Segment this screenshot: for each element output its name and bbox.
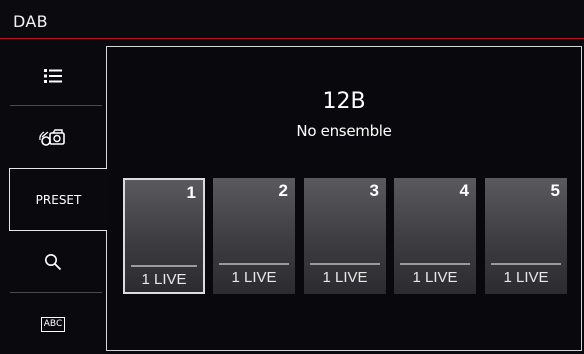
preset-tile-1[interactable]: 1 1 LIVE: [123, 178, 205, 294]
preset-tile-4[interactable]: 4 1 LIVE: [394, 178, 476, 294]
list-view-button[interactable]: [0, 46, 106, 106]
ensemble-name: No ensemble: [296, 122, 392, 140]
sidebar-divider: [10, 105, 102, 106]
preset-tile-2[interactable]: 2 1 LIVE: [213, 178, 295, 294]
preset-divider: [400, 263, 470, 265]
station-frequency: 12B: [322, 89, 366, 114]
preset-number: 1: [186, 183, 196, 202]
sidebar-item-label: PRESET: [35, 192, 82, 207]
app-title: DAB: [13, 12, 48, 31]
preset-divider: [131, 265, 197, 267]
preset-number: 4: [459, 181, 469, 200]
abc-icon: ABC: [40, 316, 66, 332]
abc-button[interactable]: ABC: [0, 294, 106, 354]
preset-station-name: 1 LIVE: [231, 269, 277, 286]
title-bar: DAB: [0, 0, 584, 39]
abc-icon-text: ABC: [43, 318, 63, 329]
search-button[interactable]: [0, 232, 106, 292]
main-panel: 12B No ensemble 1 1 LIVE 2 1 LIVE 3 1 LI…: [106, 46, 582, 351]
scan-icon: [38, 127, 68, 147]
preset-tile-3[interactable]: 3 1 LIVE: [304, 178, 386, 294]
preset-station-name: 1 LIVE: [322, 269, 368, 286]
preset-number: 5: [550, 181, 560, 200]
scan-button[interactable]: [0, 107, 106, 167]
sidebar: PRESET ABC: [0, 44, 107, 354]
search-icon: [44, 253, 62, 271]
preset-number: 3: [369, 181, 379, 200]
preset-station-name: 1 LIVE: [141, 271, 187, 288]
sidebar-item-preset[interactable]: PRESET: [9, 168, 107, 231]
list-icon: [44, 68, 62, 84]
preset-divider: [310, 263, 380, 265]
preset-station-name: 1 LIVE: [412, 269, 458, 286]
preset-divider: [219, 263, 289, 265]
preset-divider: [491, 263, 561, 265]
preset-number: 2: [278, 181, 288, 200]
sidebar-divider: [10, 292, 102, 293]
preset-tile-5[interactable]: 5 1 LIVE: [485, 178, 567, 294]
preset-station-name: 1 LIVE: [503, 269, 549, 286]
